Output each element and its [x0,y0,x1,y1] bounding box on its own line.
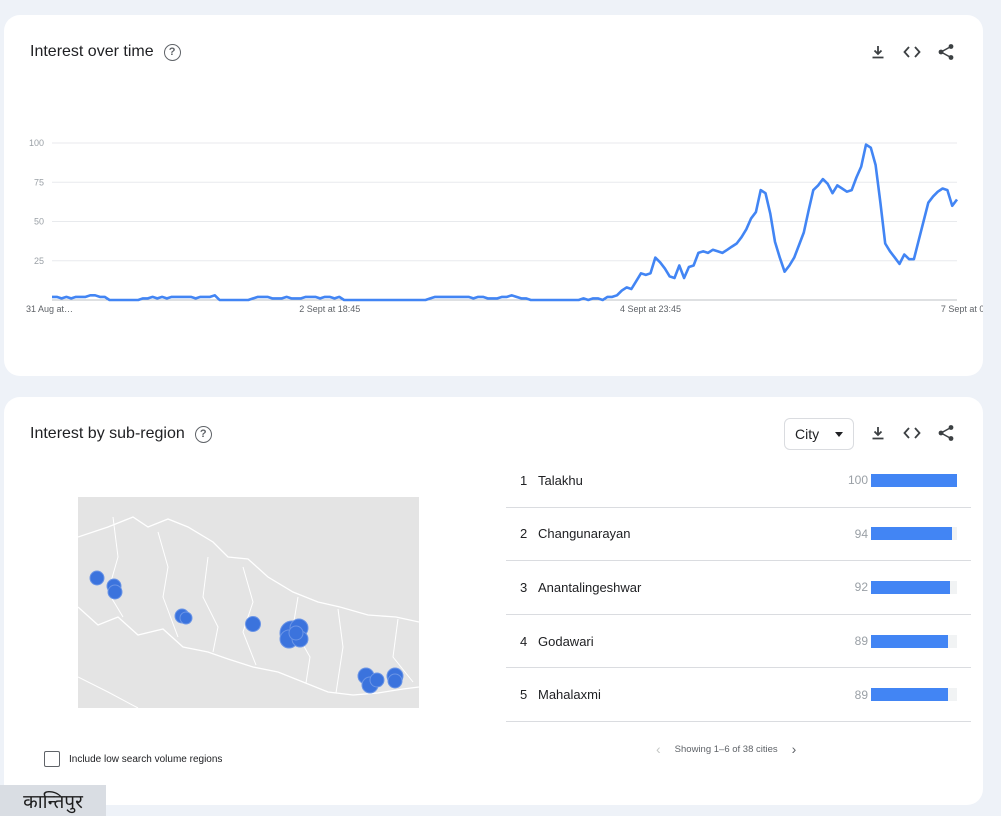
download-icon[interactable] [868,42,888,62]
share-icon[interactable] [936,423,956,443]
resolution-select-value: City [795,426,820,442]
score-bar [871,688,957,702]
region-name: Godawari [538,633,594,649]
chevron-right-icon[interactable]: › [792,741,797,757]
help-circle-icon[interactable]: ? [163,43,181,61]
x-tick-label: 4 Sept at 23:45 [620,304,681,314]
region-name: Anantalingeshwar [538,579,642,595]
list-item[interactable]: 2 Changunarayan 94 [506,508,971,562]
x-tick-label: 31 Aug at… [26,304,73,314]
score-bar-fill [871,634,948,648]
interest-over-time-card: 100 75 50 25 31 Aug at… 2 Sept at 18:45 4 Sept… [4,15,983,376]
caret-down-icon [835,432,843,437]
rank-number: 5 [520,687,528,703]
card-title-text: Interest over time [30,43,154,60]
series-line [52,143,959,302]
low-volume-label: Include low search volume regions [69,753,223,765]
map-svg [77,516,420,709]
region-name: Mahalaxmi [538,687,601,703]
y-tick-label: 75 [34,177,44,187]
list-item[interactable]: 3 Anantalingeshwar 92 [506,561,971,615]
x-tick-label: 2 Sept at 18:45 [299,304,360,314]
list-item[interactable]: 4 Godawari 89 [506,615,971,669]
region-value: 100 [847,473,868,488]
download-icon[interactable] [868,423,888,443]
score-bar [871,580,957,594]
low-volume-checkbox[interactable] [44,751,60,767]
region-toolbar [868,423,956,443]
resolution-select[interactable]: City [784,418,854,450]
chevron-left-icon[interactable]: ‹ [656,741,661,757]
map-dots [89,570,404,694]
score-bar [871,634,957,648]
embed-icon[interactable] [902,42,922,62]
region-value: 94 [854,526,868,541]
rank-number: 2 [520,526,528,542]
y-tick-label: 25 [34,256,44,266]
region-name: Changunarayan [538,526,631,542]
embed-icon[interactable] [902,423,922,443]
share-icon[interactable] [936,42,956,62]
interest-over-time-chart: 100 75 50 25 31 Aug at… 2 Sept at 18:45 4 Sept… [26,138,983,314]
score-bar-fill [871,527,952,541]
pagination-text: Showing 1–6 of 38 cities [674,743,778,755]
score-bar-fill [871,473,957,487]
logo-text: कान्तिपुर [23,790,83,813]
card-title-text: Interest by sub-region [30,425,185,442]
rank-number: 4 [520,633,528,649]
chart-toolbar [868,42,956,62]
region-map[interactable] [77,497,420,709]
list-item[interactable]: 5 Mahalaxmi 89 [506,668,971,722]
publisher-logo: कान्तिपुर [0,785,106,816]
interest-over-time-title: Interest over time ? [30,43,181,61]
score-bar-fill [871,688,948,702]
score-bar-fill [871,580,951,594]
low-volume-option: Include low search volume regions [44,751,222,767]
interest-by-subregion-title: Interest by sub-region ? [30,425,212,443]
score-bar [871,527,957,541]
x-tick-label: 7 Sept at 04:45 [941,304,983,314]
rank-number: 1 [520,472,528,488]
help-circle-icon[interactable]: ? [194,425,212,443]
list-item[interactable]: 1 Talakhu 100 [506,454,971,508]
interest-by-subregion-card: Interest by sub-region ? City 1 Talakhu … [4,397,983,805]
region-value: 89 [854,634,868,649]
y-tick-label: 50 [34,217,44,227]
y-tick-label: 100 [29,138,44,148]
region-value: 89 [854,687,868,702]
region-name: Talakhu [538,472,583,488]
ranking-list: 1 Talakhu 100 2 Changunarayan 94 3 Anant… [506,454,971,722]
pagination: ‹ Showing 1–6 of 38 cities › [656,741,796,757]
score-bar [871,473,957,487]
region-value: 92 [854,580,868,595]
rank-number: 3 [520,579,528,595]
